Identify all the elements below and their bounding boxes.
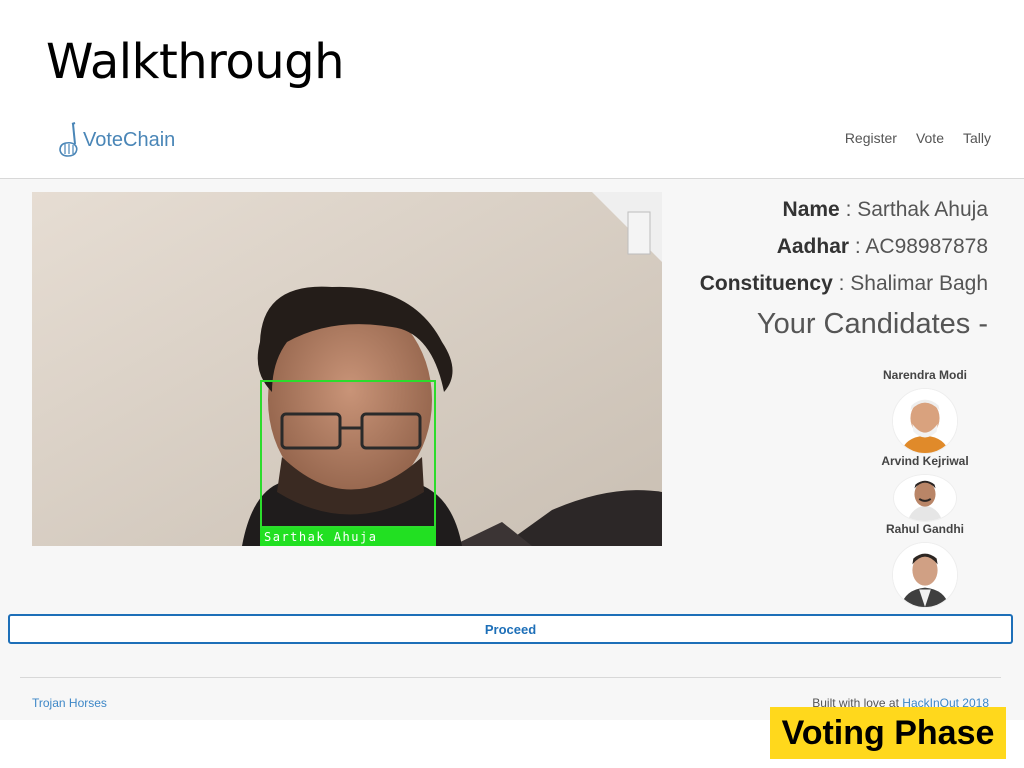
candidate-name: Arvind Kejriwal — [881, 454, 969, 468]
app-window: VoteChain Register Vote Tally Sarthak Ah… — [0, 100, 1024, 720]
proceed-button[interactable]: Proceed — [8, 614, 1013, 644]
navbar: VoteChain Register Vote Tally — [0, 100, 1024, 179]
candidate-photo — [892, 388, 958, 454]
footer-team-link[interactable]: Trojan Horses — [32, 696, 107, 710]
voter-info: Name : Sarthak Ahuja Aadhar : AC98987878… — [700, 196, 988, 307]
brand-logo[interactable]: VoteChain — [55, 120, 175, 160]
voter-aadhar-value: : AC98987878 — [849, 235, 988, 258]
nav-vote-link[interactable]: Vote — [916, 130, 944, 146]
nav-register-link[interactable]: Register — [845, 130, 897, 146]
voter-name-value: : Sarthak Ahuja — [839, 198, 988, 221]
nav-links: Register Vote Tally — [845, 130, 991, 146]
candidate-item[interactable]: Arvind Kejriwal — [870, 454, 980, 522]
finger-vote-icon — [59, 122, 78, 157]
footer-divider — [20, 677, 1001, 678]
slide-title: Walkthrough — [46, 34, 345, 90]
candidate-photo — [893, 474, 957, 522]
voter-aadhar-label: Aadhar — [776, 235, 850, 258]
brand-name: VoteChain — [83, 128, 176, 151]
candidate-item[interactable]: Rahul Gandhi — [870, 522, 980, 608]
nav-tally-link[interactable]: Tally — [963, 130, 991, 146]
webcam-feed: Sarthak Ahuja — [32, 192, 662, 546]
voter-name-row: Name : Sarthak Ahuja — [700, 196, 988, 233]
voter-constituency-row: Constituency : Shalimar Bagh — [700, 270, 988, 307]
voter-name-label: Name — [782, 198, 840, 221]
candidates-heading: Your Candidates - — [756, 308, 988, 340]
candidate-name: Rahul Gandhi — [886, 522, 964, 536]
phase-badge: Voting Phase — [770, 707, 1006, 759]
candidate-name: Narendra Modi — [882, 368, 967, 382]
voter-aadhar-row: Aadhar : AC98987878 — [700, 233, 988, 270]
face-detection-label: Sarthak Ahuja — [260, 528, 436, 546]
candidate-photo — [892, 542, 958, 608]
voter-constituency-value: : Shalimar Bagh — [832, 272, 988, 295]
voter-constituency-label: Constituency — [699, 272, 833, 295]
face-detection-box — [260, 380, 436, 528]
candidate-item[interactable]: Narendra Modi — [870, 368, 980, 454]
